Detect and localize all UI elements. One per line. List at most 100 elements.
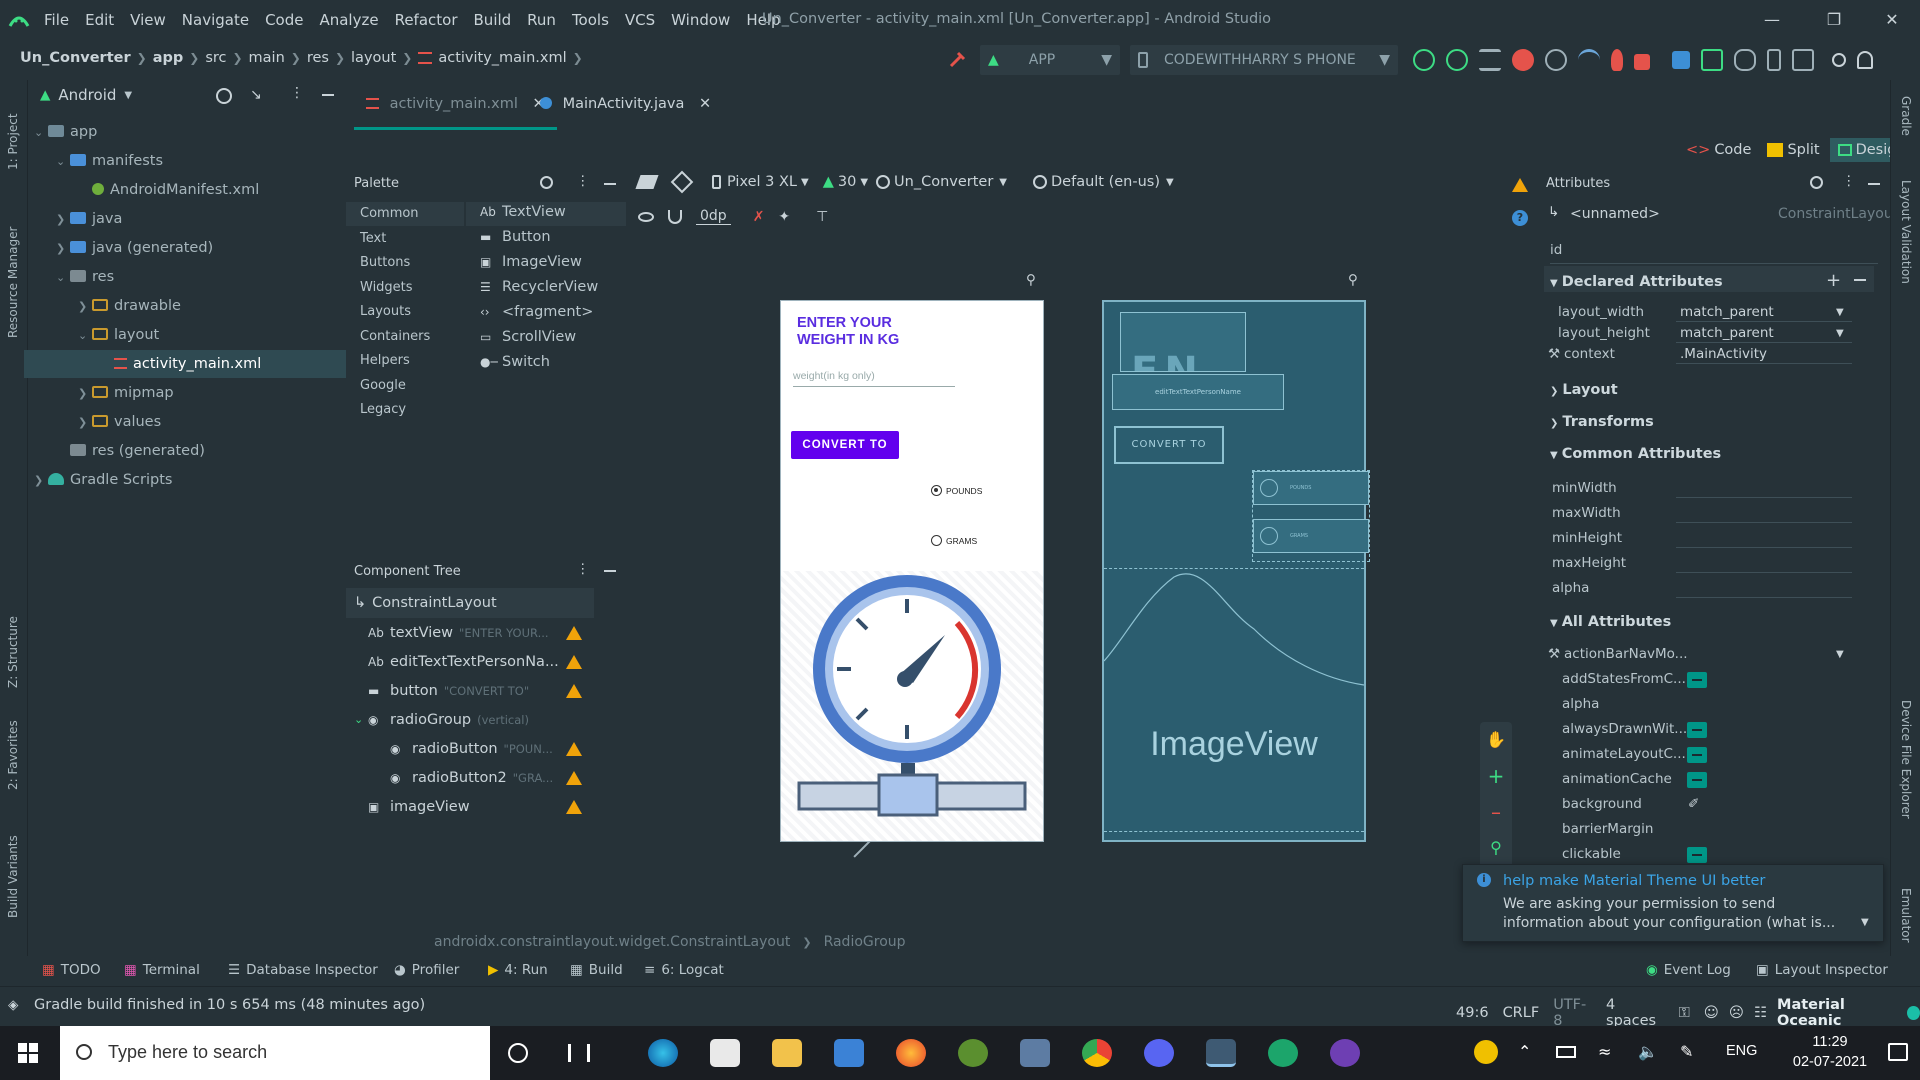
project-tree-item[interactable]: ❯ java (generated) <box>56 234 213 262</box>
common-attribute-row[interactable]: maxHeight <box>1544 551 1890 576</box>
component-tree-item[interactable]: ▬ button "CONVERT TO" <box>368 676 529 706</box>
component-tree-item[interactable]: ▣ imageView <box>368 792 470 822</box>
palette-item[interactable]: ▬ Button <box>480 229 551 245</box>
tree-root-constraintlayout[interactable]: ↳ ConstraintLayout <box>354 588 497 618</box>
layout-validation-tool-tab[interactable]: Layout Validation <box>1899 180 1913 284</box>
attribute-value-field[interactable] <box>1676 551 1852 573</box>
database-inspector-tool-button[interactable]: ☰ Database Inspector <box>228 962 378 978</box>
cursor-position[interactable]: 49:6 <box>1456 1005 1489 1021</box>
breadcrumb-res[interactable]: res <box>307 50 329 66</box>
menu-vcs[interactable]: VCS <box>625 11 655 29</box>
hammer-icon[interactable] <box>948 49 968 69</box>
terminal-tool-button[interactable]: ▦ Terminal <box>124 962 200 978</box>
breadcrumb-layout[interactable]: layout <box>351 50 396 66</box>
view-code-button[interactable]: Code <box>1714 142 1751 158</box>
breadcrumb-file[interactable]: activity_main.xml <box>438 50 566 66</box>
attribute-value-field[interactable] <box>1676 576 1852 598</box>
more-options-icon[interactable]: ⋮ <box>290 85 304 101</box>
collapse-all-icon[interactable]: ↘ <box>250 87 262 103</box>
project-tree-item[interactable]: ❯ mipmap <box>78 379 174 407</box>
chevron-right-icon[interactable]: ❯ <box>56 206 70 234</box>
declared-attributes-header[interactable]: ▼ Declared Attributes <box>1550 274 1723 290</box>
more-options-icon[interactable]: ⋮ <box>576 561 590 577</box>
chevron-right-icon[interactable]: ❯ <box>78 293 92 321</box>
language-indicator[interactable]: ENG <box>1726 1043 1757 1059</box>
chevron-down-icon[interactable]: ▼ <box>1861 917 1869 928</box>
menu-code[interactable]: Code <box>265 11 303 29</box>
common-attribute-row[interactable]: alpha <box>1544 576 1890 601</box>
battery-icon[interactable] <box>1556 1046 1576 1058</box>
sync-icon[interactable] <box>1413 49 1435 71</box>
common-attribute-row[interactable]: minHeight <box>1544 526 1890 551</box>
chevron-down-icon[interactable]: ⌄ <box>78 322 92 350</box>
breadcrumb-main[interactable]: main <box>249 50 285 66</box>
api-level-select[interactable]: 30 <box>838 174 856 190</box>
component-tree-item[interactable]: Ab editTextTextPersonNa... <box>368 647 559 677</box>
user-icon[interactable] <box>1857 51 1873 69</box>
zoom-out-icon[interactable]: – <box>1480 794 1512 830</box>
attribute-value-field[interactable] <box>1676 501 1852 523</box>
all-attribute-row[interactable]: alwaysDrawnWit... <box>1544 717 1890 742</box>
layout-section[interactable]: ❯ Layout <box>1550 382 1618 398</box>
guidelines-icon[interactable]: ⊤ <box>816 209 828 225</box>
minimize-button[interactable]: — <box>1752 6 1792 34</box>
stop-icon[interactable] <box>1634 53 1650 70</box>
palette-category[interactable]: Buttons <box>360 255 410 270</box>
preview-heading-text[interactable]: ENTER YOUR WEIGHT IN KG <box>797 315 937 349</box>
project-tree-item[interactable]: ⌄ manifests <box>56 147 163 175</box>
search-icon[interactable] <box>1810 176 1823 189</box>
project-tree-item[interactable]: activity_main.xml <box>24 350 346 378</box>
magnet-icon[interactable] <box>668 209 682 224</box>
project-tree-item[interactable]: ❯ Gradle Scripts <box>34 466 172 494</box>
eye-icon[interactable] <box>638 211 654 222</box>
blueprint-imageview[interactable]: ImageView <box>1104 568 1364 840</box>
path-radiogroup[interactable]: RadioGroup <box>824 934 906 950</box>
device-select[interactable]: CODEWITHHARRY S PHONE ▼ <box>1130 45 1398 75</box>
boolean-toggle[interactable] <box>1687 847 1707 863</box>
pan-hand-icon[interactable]: ✋ <box>1480 722 1512 758</box>
tab-mainactivity-java[interactable]: MainActivity.java ✕ <box>528 80 723 130</box>
logcat-tool-button[interactable]: ≡ 6: Logcat <box>644 962 724 978</box>
path-constraintlayout[interactable]: androidx.constraintlayout.widget.Constra… <box>434 934 790 950</box>
app-icon[interactable] <box>958 1039 988 1067</box>
breadcrumb-app[interactable]: app <box>153 50 184 66</box>
blueprint-radio-grams[interactable]: GRAMS <box>1253 519 1369 553</box>
common-attribute-row[interactable]: minWidth <box>1544 476 1890 501</box>
profiler-tool-button[interactable]: ◕ Profiler <box>394 962 459 978</box>
project-tree-item[interactable]: AndroidManifest.xml <box>78 176 259 204</box>
indent-setting[interactable]: 4 spaces <box>1606 997 1665 1029</box>
layers-icon[interactable] <box>635 175 659 189</box>
avd-manager-icon[interactable] <box>1767 49 1781 71</box>
menu-navigate[interactable]: Navigate <box>182 11 249 29</box>
build-tool-button[interactable]: ▦ Build <box>570 962 623 978</box>
preview-radio-grams[interactable]: GRAMS <box>931 535 977 546</box>
resource-manager-tool-tab[interactable]: Resource Manager <box>6 227 20 338</box>
structure-tool-tab[interactable]: Z: Structure <box>6 616 20 688</box>
palette-item[interactable]: ▣ ImageView <box>480 254 582 270</box>
notification-popup[interactable]: i help make Material Theme UI better We … <box>1462 864 1884 942</box>
warning-icon[interactable] <box>566 684 582 698</box>
preview-radio-pounds[interactable]: POUNDS <box>931 485 982 496</box>
device-file-explorer-tool-tab[interactable]: Device File Explorer <box>1899 700 1913 819</box>
lock-icon[interactable]: ⚿ <box>1679 1005 1690 1021</box>
boolean-toggle[interactable] <box>1687 772 1707 788</box>
boolean-toggle[interactable] <box>1687 747 1707 763</box>
project-tree-item[interactable]: ⌄ app <box>34 118 97 146</box>
taskbar-search-box[interactable]: Type here to search <box>60 1026 490 1080</box>
add-attribute-icon[interactable]: + <box>1826 270 1841 291</box>
layout-grid-icon[interactable] <box>1672 51 1690 69</box>
theme-select[interactable]: Un_Converter <box>894 174 993 190</box>
help-tray-icon[interactable] <box>1474 1040 1498 1064</box>
layout-inspector-tool-button[interactable]: ▣ Layout Inspector <box>1756 962 1888 978</box>
infer-constraints-icon[interactable]: ✦ <box>778 209 790 225</box>
line-separator[interactable]: CRLF <box>1503 1005 1540 1021</box>
all-attribute-row[interactable]: background ✐ <box>1544 792 1890 817</box>
terminal-icon[interactable] <box>1701 49 1723 71</box>
mail-icon[interactable] <box>834 1039 864 1067</box>
sad-icon[interactable]: ☹ <box>1729 1005 1744 1021</box>
component-tree-item[interactable]: ◉ radioButton2 "GRA... <box>390 763 553 793</box>
id-field[interactable]: id <box>1550 242 1878 264</box>
locate-icon[interactable] <box>216 88 232 104</box>
all-attribute-row[interactable]: alpha <box>1544 692 1890 717</box>
firefox-icon[interactable] <box>896 1039 926 1067</box>
